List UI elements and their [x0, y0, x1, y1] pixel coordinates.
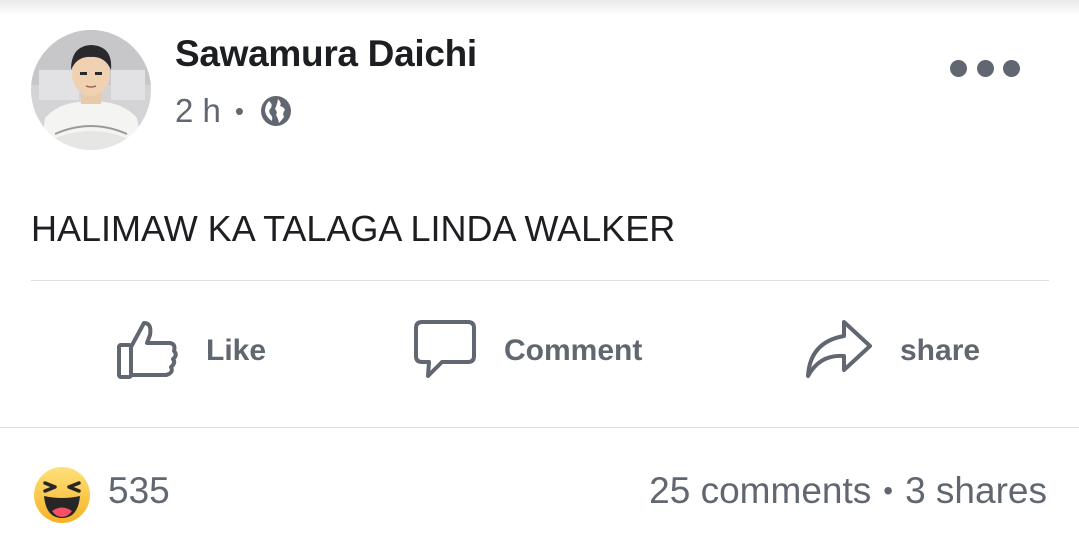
divider [0, 427, 1079, 428]
share-arrow-icon [804, 318, 874, 385]
divider [31, 280, 1049, 281]
reaction-count[interactable]: 535 [108, 470, 170, 512]
avatar-illustration [31, 30, 151, 150]
like-button[interactable]: Like [116, 316, 266, 386]
haha-emoji-icon[interactable] [33, 466, 91, 524]
comment-bubble-icon [412, 318, 478, 385]
like-label: Like [206, 334, 267, 367]
share-button[interactable]: share [804, 316, 980, 386]
comment-label: Comment [504, 334, 643, 367]
more-dot-icon [1003, 59, 1020, 77]
post-meta: 2 h • [175, 91, 292, 131]
shares-count[interactable]: 3 shares [905, 470, 1047, 512]
more-dot-icon [950, 59, 967, 77]
post-text: HALIMAW KA TALAGA LINDA WALKER [31, 208, 676, 249]
share-label: share [900, 334, 981, 367]
comment-button[interactable]: Comment [412, 316, 642, 386]
more-options-button[interactable] [950, 58, 1020, 78]
thumbs-up-icon [116, 317, 180, 386]
stats-separator: • [883, 475, 894, 506]
more-dot-icon [976, 59, 994, 77]
author-name[interactable]: Sawamura Daichi [175, 33, 477, 75]
top-edge-shadow [0, 0, 1079, 16]
post-timestamp[interactable]: 2 h [175, 92, 221, 130]
avatar[interactable] [31, 30, 151, 150]
engagement-stats: 25 comments • 3 shares [649, 470, 1047, 512]
globe-icon [260, 95, 292, 127]
comments-count[interactable]: 25 comments [649, 470, 871, 512]
meta-separator: • [234, 95, 244, 126]
